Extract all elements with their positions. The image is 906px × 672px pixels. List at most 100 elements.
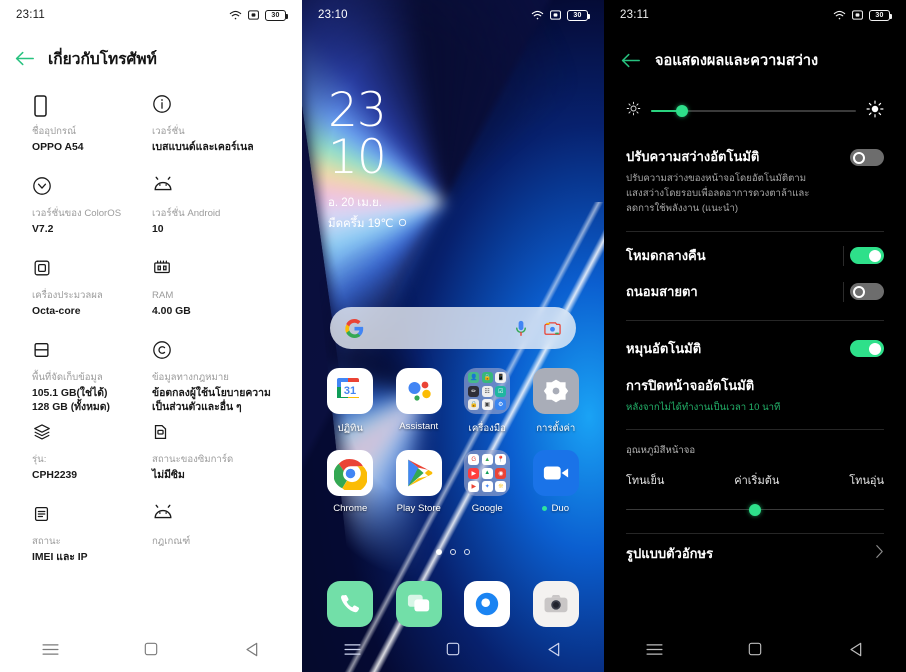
google-lens-icon[interactable] xyxy=(544,321,561,336)
home-icon[interactable] xyxy=(734,628,776,670)
back-triangle-icon[interactable] xyxy=(231,628,273,670)
auto-screen-off-value: หลังจากไม่ได้ทำงานเป็นเวลา 10 นาที xyxy=(626,401,781,413)
auto-brightness-row[interactable]: ปรับความสว่างอัตโนมัติ ปรับความสว่างของห… xyxy=(626,146,884,217)
app-duo[interactable]: Duo xyxy=(522,450,591,514)
slider-knob[interactable] xyxy=(675,105,688,117)
clock-widget[interactable]: 23 10 อ. 20 เม.ย. มืดครึ้ม 19℃ xyxy=(328,83,407,233)
microphone-icon[interactable] xyxy=(514,320,528,337)
item-label: RAM xyxy=(152,290,174,301)
google-search-bar[interactable] xyxy=(330,307,576,349)
layers-icon xyxy=(32,422,152,446)
about-item-storage[interactable]: พื้นที่จัดเก็บข้อมูล 105.1 GB(ใช่ได้) 12… xyxy=(32,334,152,416)
app-chrome[interactable]: Chrome xyxy=(316,450,385,514)
auto-rotate-row[interactable]: หมุนอัตโนมัติ xyxy=(626,331,884,367)
folder-mini-icon: ☷ xyxy=(481,385,493,397)
info-circle-icon xyxy=(152,94,272,118)
item-label: เวอร์ชั่น Android xyxy=(152,208,221,219)
sim-card-icon xyxy=(152,422,272,446)
color-temperature-slider[interactable] xyxy=(626,503,884,517)
about-item-processor[interactable]: เครื่องประมวลผล Octa-core xyxy=(32,252,152,334)
battery-level-text: 30 xyxy=(271,11,280,19)
google-g-icon xyxy=(345,318,364,338)
app-assistant[interactable]: Assistant xyxy=(385,368,454,436)
folder-mini-icon: 🔒 xyxy=(481,372,493,383)
google-calendar-icon: 31 xyxy=(327,368,374,414)
app-calendar[interactable]: 31 ปฏิทิน xyxy=(316,368,385,436)
auto-screen-off-row[interactable]: การปิดหน้าจออัตโนมัติ หลังจากไม่ได้ทำงาน… xyxy=(626,367,884,415)
app-label: Chrome xyxy=(333,503,368,514)
app-settings[interactable]: การตั้งค่า xyxy=(522,368,591,436)
back-arrow-icon[interactable] xyxy=(620,49,642,71)
item-label: พื้นที่จัดเก็บข้อมูล xyxy=(32,372,103,383)
about-item-ram[interactable]: RAM 4.00 GB xyxy=(152,252,272,334)
about-item-coloros-version[interactable]: เวอร์ชั่นของ ColorOS V7.2 xyxy=(32,170,152,252)
menu-icon[interactable] xyxy=(29,628,71,670)
brightness-low-icon xyxy=(626,101,641,121)
page-dot[interactable] xyxy=(464,549,470,555)
dock-camera[interactable] xyxy=(522,581,591,627)
about-item-sim-status[interactable]: สถานะของซิมการ์ด ไม่มีซิม xyxy=(152,416,272,498)
app-folder-google[interactable]: G ▲ 📍 ▶ ▲ ◉ ▶ ✦ ❊ Google xyxy=(453,450,522,514)
status-bar: 23:10 30 xyxy=(302,0,604,30)
page-dot-active[interactable] xyxy=(436,549,442,555)
about-item-model[interactable]: รุ่น: CPH2239 xyxy=(32,416,152,498)
app-folder-tools[interactable]: 👤 🔒 📱 ✏ ☷ ☑ 🔒 ▣ ⚙ เครื่องมือ xyxy=(453,368,522,436)
home-icon[interactable] xyxy=(432,628,474,670)
android-icon xyxy=(152,176,272,200)
about-item-version[interactable]: เวอร์ชั่น เบสแบนด์และเคอร์เนล xyxy=(152,88,272,170)
about-item-status[interactable]: สถานะ IMEI และ IP xyxy=(32,498,152,580)
slider-knob[interactable] xyxy=(749,503,761,516)
eye-comfort-row[interactable]: ถนอมสายตา xyxy=(626,274,884,310)
color-temperature-label: อุณหภูมิสีหน้าจอ xyxy=(626,444,696,456)
folder-mini-icon: ▲ xyxy=(481,467,493,479)
about-item-regulatory[interactable]: กฎเกณฑ์ xyxy=(152,498,272,580)
page-dot[interactable] xyxy=(450,549,456,555)
about-item-legal[interactable]: ข้อมูลทางกฎหมาย ข้อตกลงผู้ใช้นโยบายความเ… xyxy=(152,334,272,416)
auto-rotate-title: หมุนอัตโนมัติ xyxy=(626,341,702,357)
app-label: Play Store xyxy=(396,503,441,514)
dock-browser[interactable] xyxy=(453,581,522,627)
item-value: เบสแบนด์และเคอร์เนล xyxy=(152,141,254,153)
item-label: สถานะของซิมการ์ด xyxy=(152,454,234,465)
about-item-device-name[interactable]: ชื่ออุปกรณ์ OPPO A54 xyxy=(32,88,152,170)
item-value: Octa-core xyxy=(32,305,81,317)
eye-comfort-title: ถนอมสายตา xyxy=(626,284,698,300)
auto-rotate-toggle[interactable] xyxy=(850,340,884,358)
wifi-icon xyxy=(229,10,242,21)
page-indicator xyxy=(302,549,604,555)
back-arrow-icon[interactable] xyxy=(14,47,36,69)
night-mode-row[interactable]: โหมดกลางคืน xyxy=(626,238,884,274)
dock-messages[interactable] xyxy=(385,581,454,627)
status-icons: 30 xyxy=(531,9,591,21)
weather-widget[interactable]: มืดครึ้ม 19℃ xyxy=(328,215,407,233)
brightness-slider[interactable] xyxy=(651,104,856,118)
back-triangle-icon[interactable] xyxy=(533,628,575,670)
item-value: 105.1 GB(ใช่ได้) 128 GB (ทั้งหมด) xyxy=(32,387,110,413)
folder-mini-icon: ❊ xyxy=(495,481,507,492)
status-doc-icon xyxy=(32,504,152,528)
menu-icon[interactable] xyxy=(633,628,675,670)
app-play-store[interactable]: Play Store xyxy=(385,450,454,514)
refresh-icon[interactable] xyxy=(398,218,407,230)
back-triangle-icon[interactable] xyxy=(835,628,877,670)
folder-mini-icon: ▣ xyxy=(481,399,493,410)
app-grid: 31 ปฏิทิน Assistant 👤 🔒 📱 ✏ ☷ ☑ 🔒 ▣ ⚙ เค… xyxy=(316,368,590,514)
about-item-android-version[interactable]: เวอร์ชั่น Android 10 xyxy=(152,170,272,252)
font-style-title: รูปแบบตัวอักษร xyxy=(626,546,714,562)
eye-comfort-toggle[interactable] xyxy=(850,283,884,301)
font-style-row[interactable]: รูปแบบตัวอักษร xyxy=(626,534,884,574)
auto-brightness-title: ปรับความสว่างอัตโนมัติ xyxy=(626,149,760,164)
settings-list: ปรับความสว่างอัตโนมัติ ปรับความสว่างของห… xyxy=(604,86,906,626)
page-header: จอแสดงผลและความสว่าง xyxy=(604,42,906,78)
status-time: 23:11 xyxy=(620,9,649,21)
page-header: เกี่ยวกับโทรศัพท์ xyxy=(0,38,302,78)
night-mode-toggle[interactable] xyxy=(850,247,884,265)
home-icon[interactable] xyxy=(130,628,172,670)
clock-hours: 23 xyxy=(328,83,387,138)
storage-icon xyxy=(32,340,152,364)
menu-icon[interactable] xyxy=(331,628,373,670)
brightness-slider-row[interactable] xyxy=(626,90,884,132)
auto-brightness-toggle[interactable] xyxy=(850,149,884,166)
dock-phone[interactable] xyxy=(316,581,385,627)
folder-mini-icon: ✦ xyxy=(481,481,493,492)
